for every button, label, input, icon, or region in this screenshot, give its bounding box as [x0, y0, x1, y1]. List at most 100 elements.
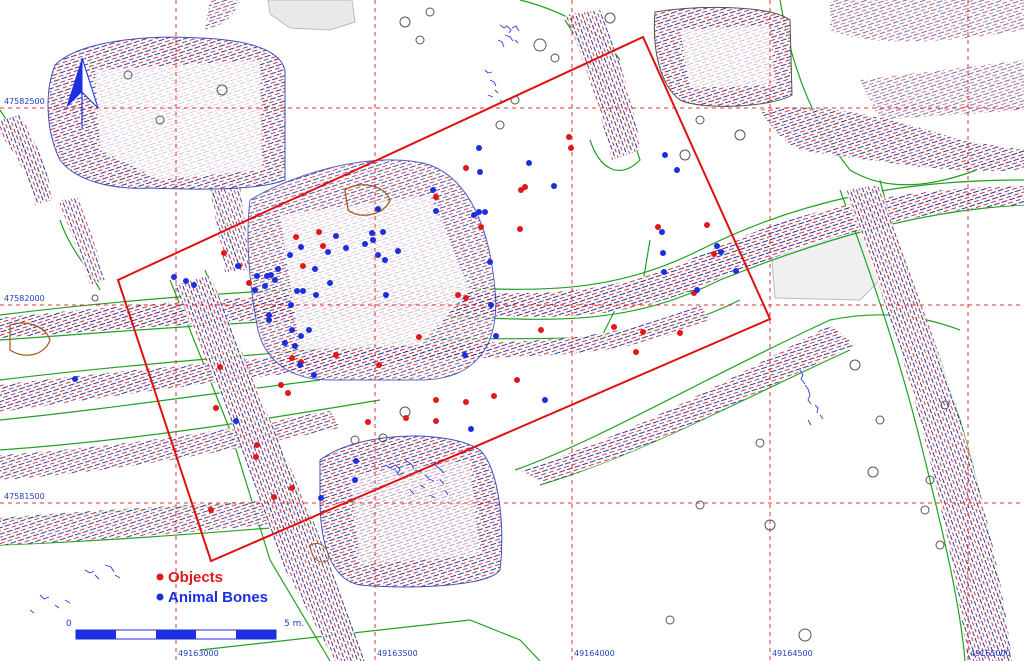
- object-find-point: [463, 295, 469, 301]
- object-find-point: [285, 390, 291, 396]
- animal-bone-find-point: [233, 418, 239, 424]
- animal-bone-find-point: [674, 167, 680, 173]
- object-find-point: [463, 399, 469, 405]
- animal-bone-find-point: [375, 206, 381, 212]
- animal-bone-find-point: [72, 376, 78, 382]
- object-find-point: [704, 222, 710, 228]
- animal-bone-find-point: [551, 183, 557, 189]
- object-find-point: [517, 226, 523, 232]
- object-find-point: [491, 393, 497, 399]
- animal-bone-find-point: [661, 269, 667, 275]
- animal-bone-find-point: [306, 327, 312, 333]
- object-find-point: [566, 134, 572, 140]
- animal-bone-find-point: [191, 282, 197, 288]
- animal-bone-find-point: [659, 229, 665, 235]
- animal-bone-find-point: [313, 292, 319, 298]
- animal-bone-find-point: [272, 277, 278, 283]
- scale-start-label: 0: [66, 619, 72, 629]
- animal-bone-find-point: [382, 257, 388, 263]
- animal-bone-find-point: [487, 259, 493, 265]
- animal-bone-find-point: [430, 187, 436, 193]
- animal-bone-find-point: [311, 372, 317, 378]
- animal-bone-find-point: [327, 280, 333, 286]
- object-find-point: [376, 362, 382, 368]
- object-find-point: [320, 243, 326, 249]
- animal-bone-find-point: [433, 208, 439, 214]
- object-find-point: [611, 324, 617, 330]
- animal-bone-find-point: [235, 263, 241, 269]
- x-coord-label: 49163500: [377, 649, 418, 658]
- object-find-point: [568, 145, 574, 151]
- animal-bone-find-point: [383, 292, 389, 298]
- object-find-point: [300, 263, 306, 269]
- y-coord-label: 47582500: [4, 97, 45, 106]
- animal-bone-find-point: [318, 495, 324, 501]
- objects-legend-label: Objects: [168, 569, 223, 586]
- animal-bone-find-point: [714, 243, 720, 249]
- x-coord-label: 49164000: [574, 649, 615, 658]
- animal-bones-legend-marker: [156, 593, 164, 601]
- object-find-point: [365, 419, 371, 425]
- animal-bone-find-point: [254, 273, 260, 279]
- object-find-point: [640, 329, 646, 335]
- animal-bone-find-point: [370, 237, 376, 243]
- animal-bone-find-point: [375, 252, 381, 258]
- animal-bone-find-point: [694, 287, 700, 293]
- animal-bone-find-point: [733, 268, 739, 274]
- object-find-point: [514, 377, 520, 383]
- animal-bone-find-point: [288, 302, 294, 308]
- animal-bone-find-point: [294, 288, 300, 294]
- animal-bone-find-point: [297, 362, 303, 368]
- object-find-point: [213, 405, 219, 411]
- animal-bone-find-point: [662, 152, 668, 158]
- object-find-point: [463, 165, 469, 171]
- object-find-point: [416, 334, 422, 340]
- object-find-point: [293, 234, 299, 240]
- object-find-point: [217, 364, 223, 370]
- animal-bone-find-point: [312, 266, 318, 272]
- animal-bone-find-point: [476, 145, 482, 151]
- object-find-point: [655, 224, 661, 230]
- animal-bone-find-point: [298, 333, 304, 339]
- animal-bone-find-point: [298, 244, 304, 250]
- animal-bone-find-point: [264, 273, 270, 279]
- object-find-point: [208, 507, 214, 513]
- animal-bone-find-point: [476, 209, 482, 215]
- animal-bone-find-point: [352, 477, 358, 483]
- animal-bone-find-point: [369, 230, 375, 236]
- animal-bones-legend-label: Animal Bones: [168, 589, 268, 606]
- object-find-point: [403, 415, 409, 421]
- x-coord-label: 49164500: [772, 649, 813, 658]
- object-find-point: [633, 349, 639, 355]
- animal-bone-find-point: [380, 229, 386, 235]
- object-find-point: [289, 485, 295, 491]
- object-find-point: [433, 418, 439, 424]
- object-find-point: [246, 280, 252, 286]
- y-coord-label: 47581500: [4, 492, 45, 501]
- object-find-point: [254, 442, 260, 448]
- animal-bone-find-point: [262, 283, 268, 289]
- animal-bone-find-point: [477, 169, 483, 175]
- object-find-point: [316, 229, 322, 235]
- animal-bone-find-point: [542, 397, 548, 403]
- animal-bone-find-point: [362, 241, 368, 247]
- x-coord-label: 49165000: [970, 649, 1011, 658]
- object-find-point: [333, 352, 339, 358]
- y-coord-label: 47582000: [4, 294, 45, 303]
- object-find-point: [433, 397, 439, 403]
- animal-bone-find-point: [287, 252, 293, 258]
- object-find-point: [271, 494, 277, 500]
- animal-bone-find-point: [252, 287, 258, 293]
- object-find-point: [677, 330, 683, 336]
- x-coord-label: 49163000: [178, 649, 219, 658]
- animal-bone-find-point: [333, 233, 339, 239]
- object-find-point: [278, 382, 284, 388]
- animal-bone-find-point: [718, 249, 724, 255]
- scale-end-label: 5 m.: [284, 619, 304, 629]
- object-find-point: [433, 194, 439, 200]
- animal-bone-find-point: [471, 212, 477, 218]
- animal-bone-find-point: [171, 274, 177, 280]
- object-find-point: [538, 327, 544, 333]
- animal-bone-find-point: [289, 327, 295, 333]
- animal-bone-find-point: [493, 333, 499, 339]
